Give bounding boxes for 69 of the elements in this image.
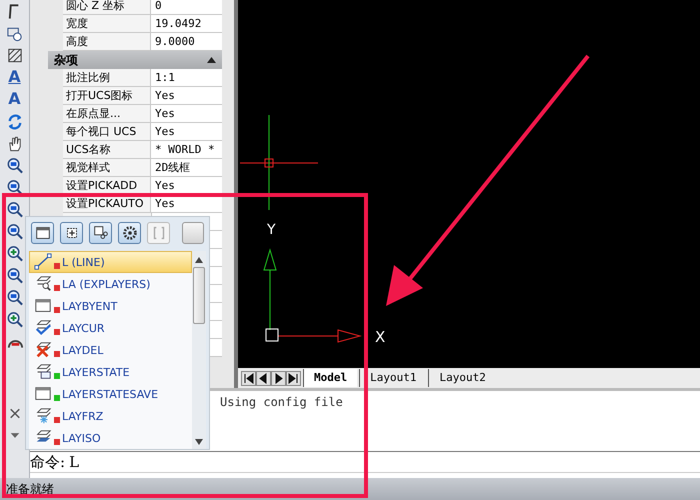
text-tool[interactable]: A — [8, 90, 21, 109]
refresh-icon[interactable] — [6, 112, 24, 131]
property-value: 19.0492 — [154, 16, 202, 32]
property-label: 每个视口 UCS — [63, 123, 151, 140]
layout-tab[interactable]: Model — [303, 369, 358, 387]
command-suggestion[interactable]: LAYERSTATESAVE — [29, 383, 192, 405]
zoom-icon[interactable] — [6, 288, 24, 307]
first-page-icon[interactable] — [241, 370, 256, 386]
property-label: 设置PICKADD — [63, 177, 151, 194]
gear-icon[interactable] — [118, 222, 141, 244]
property-label: 高度 — [63, 33, 151, 50]
text-tool[interactable]: A — [8, 68, 21, 87]
zoom-icon[interactable] — [6, 200, 24, 219]
property-value: Yes — [154, 178, 176, 194]
line-icon — [32, 253, 54, 271]
window-icon[interactable] — [31, 222, 54, 244]
property-value: 0 — [154, 0, 163, 14]
command-history-line: Using config file — [220, 395, 344, 409]
zoom-icon[interactable] — [6, 222, 24, 241]
property-value: 2D线框 — [154, 160, 192, 176]
command-input[interactable]: L — [65, 453, 90, 471]
command-suggestion[interactable]: LAYDEL — [29, 339, 192, 361]
zoom-in-icon[interactable] — [6, 244, 24, 263]
property-label: 宽度 — [63, 15, 151, 32]
property-value: Yes — [154, 88, 176, 104]
scroll-thumb[interactable] — [193, 267, 205, 324]
section-header[interactable]: 杂项 — [48, 51, 222, 69]
command-line-field[interactable]: 命令: L — [30, 451, 700, 473]
property-label: 打开UCS图标 — [63, 87, 151, 104]
property-label: UCS名称 — [63, 141, 151, 158]
previous-icon[interactable] — [256, 370, 271, 386]
drawing-canvas[interactable]: Y X — [238, 0, 700, 368]
origin-square — [266, 328, 278, 342]
property-label: 在原点显... — [63, 105, 151, 122]
scroll-down-icon[interactable] — [195, 439, 203, 445]
y-axis-label: Y — [267, 222, 276, 238]
last-page-icon[interactable] — [286, 370, 301, 386]
layout-tab[interactable]: Layout1 — [359, 369, 426, 387]
command-suggestion[interactable]: LAYCUR — [29, 317, 192, 339]
zoom-icon[interactable] — [6, 156, 24, 175]
hatch-icon[interactable] — [6, 46, 24, 65]
command-suggestion[interactable]: LAYBYENT — [29, 295, 192, 317]
status-bar: 准备就绪 — [0, 478, 700, 500]
scrollbar[interactable] — [192, 251, 206, 449]
property-value: * WORLD * — [154, 142, 216, 158]
property-value: Yes — [154, 196, 176, 212]
property-label: 视觉样式 — [63, 159, 151, 176]
command-suggestion[interactable]: LA (EXPLAYERS) — [29, 273, 192, 295]
property-value: 9.0000 — [154, 34, 196, 50]
section-title: 杂项 — [54, 52, 78, 68]
insert-icon[interactable] — [60, 222, 83, 244]
scroll-up-icon[interactable] — [195, 257, 203, 263]
command-suggestion[interactable]: LAYISO — [29, 427, 192, 449]
property-value: Yes — [154, 106, 176, 122]
property-value: 1:1 — [154, 70, 176, 86]
blank-button[interactable] — [182, 222, 204, 244]
command-suggestion[interactable]: LAYERSTATE — [29, 361, 192, 383]
collapse-icon[interactable] — [207, 57, 216, 63]
zoom-icon[interactable] — [6, 266, 24, 285]
command-prompt: 命令: — [30, 452, 66, 472]
zoom-in-icon[interactable] — [6, 310, 24, 329]
next-icon[interactable] — [271, 370, 286, 386]
property-label: 圆心 Z 坐标 — [63, 0, 151, 14]
command-suggestion[interactable]: LAYFRZ — [29, 405, 192, 427]
x-axis-label: X — [375, 328, 386, 346]
property-value: Yes — [154, 124, 176, 140]
property-label: 批注比例 — [63, 69, 151, 86]
command-suggestion[interactable]: L (LINE) — [29, 251, 192, 273]
layout-tab[interactable]: Layout2 — [428, 369, 496, 387]
